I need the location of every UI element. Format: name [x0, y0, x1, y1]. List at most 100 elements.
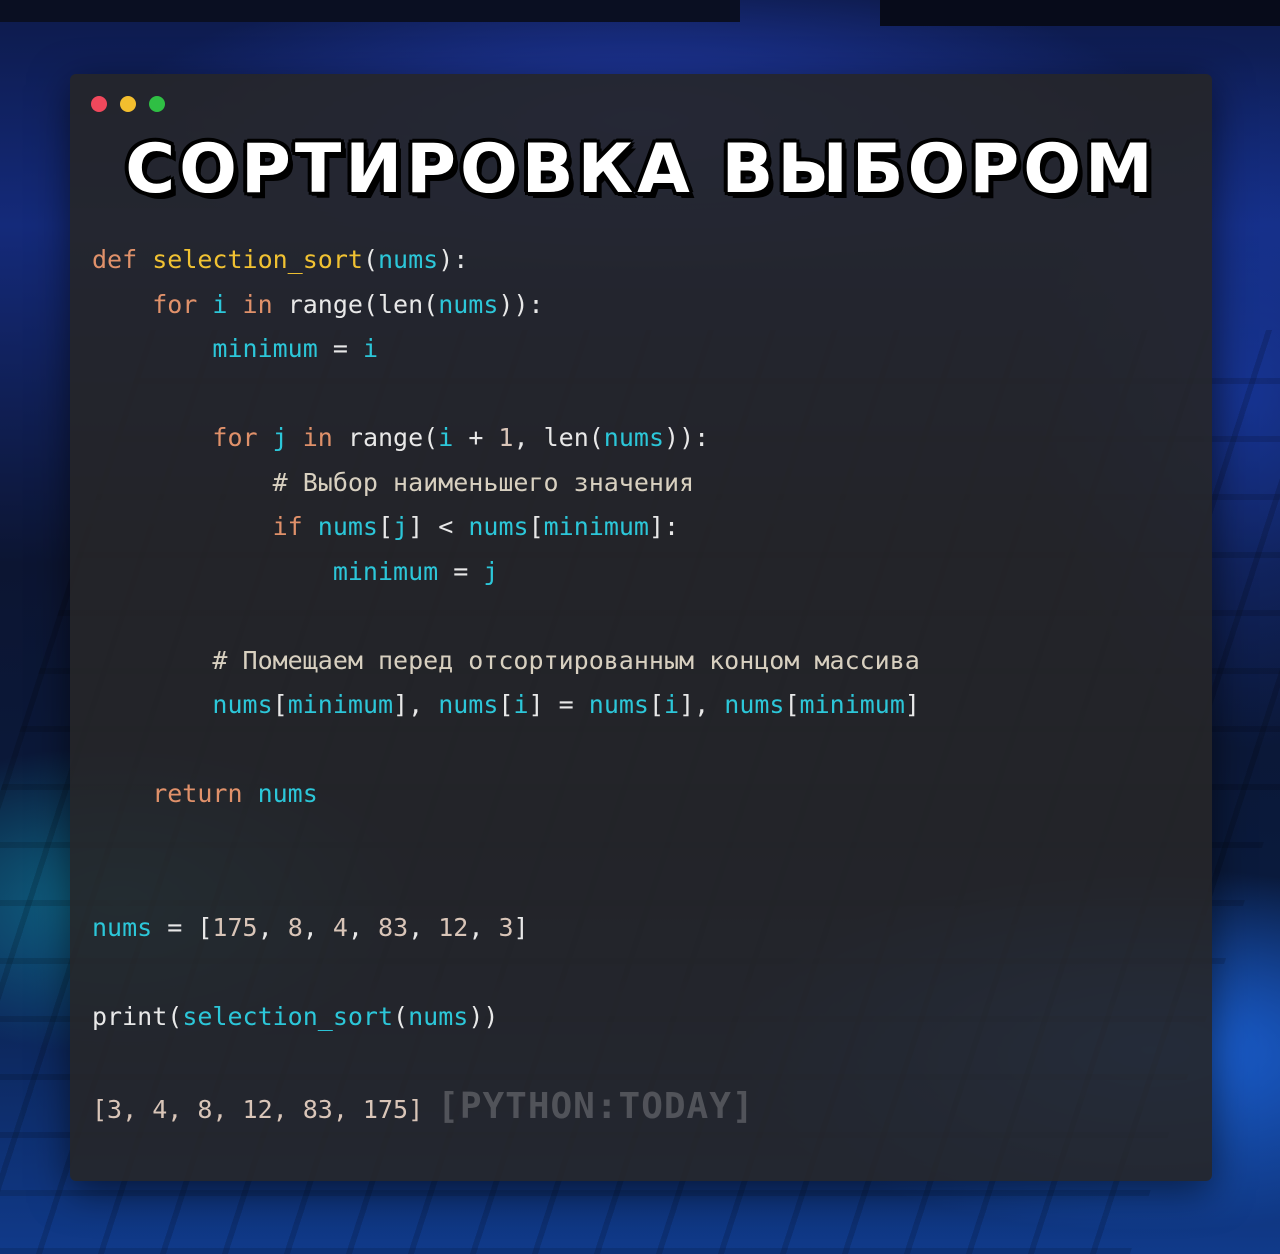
code-token: # Выбор наименьшего значения [92, 467, 695, 497]
code-token: 175 [212, 912, 258, 942]
code-token: nums [438, 289, 499, 319]
code-token: nums [603, 423, 665, 452]
code-token: 8 [287, 912, 303, 942]
code-token: 12 [438, 912, 469, 942]
code-token: ], [679, 690, 725, 719]
code-token: print( [92, 1001, 183, 1031]
code-token: nums [408, 1001, 469, 1031]
code-token: nums [257, 779, 318, 808]
code-token: nums [438, 690, 499, 719]
code-token: i [212, 289, 243, 319]
code-token: [ [272, 690, 288, 719]
code-token: # Помещаем перед отсортированным концом … [92, 645, 920, 675]
code-token: minimum [287, 690, 394, 719]
code-token: 83 [378, 912, 409, 942]
code-line: minimum = j [92, 550, 920, 595]
maximize-dot-icon[interactable] [149, 96, 165, 112]
code-token: )): [498, 289, 544, 319]
code-token: ] [513, 912, 529, 942]
code-token: ] = [528, 690, 589, 719]
code-token: 1 [498, 423, 514, 452]
output-text: [3, 4, 8, 12, 83, 175] [92, 1095, 424, 1124]
code-line: # Помещаем перед отсортированным концом … [92, 639, 920, 684]
code-token: in [242, 289, 288, 319]
code-token: , [347, 912, 379, 942]
code-token: nums [588, 690, 649, 719]
code-token: ( [393, 1001, 409, 1031]
code-line: print(selection_sort(nums)) [92, 995, 920, 1040]
code-line: if nums[j] < nums[minimum]: [92, 505, 920, 550]
background-monitor-edge-right [880, 0, 1280, 26]
code-token: nums [317, 512, 378, 541]
code-token: minimum [799, 690, 905, 719]
code-token: , [302, 912, 333, 942]
background-monitor-edge [0, 0, 740, 22]
code-token: range(len( [287, 289, 439, 319]
code-line: for i in range(len(nums)): [92, 283, 920, 328]
code-token: ( [362, 245, 378, 274]
close-dot-icon[interactable] [91, 96, 107, 112]
code-token: i [438, 423, 469, 452]
code-block: def selection_sort(nums): for i in range… [92, 238, 920, 1039]
code-token: )): [664, 423, 710, 452]
code-token: [ [528, 512, 544, 541]
code-token: j [393, 512, 409, 541]
code-line: return nums [92, 772, 920, 817]
code-token: i [664, 690, 680, 719]
code-token: minimum [92, 334, 333, 363]
code-token: minimum [543, 512, 649, 541]
code-token: nums [724, 690, 785, 719]
code-token: 3 [498, 912, 514, 942]
code-token: = [ [167, 912, 213, 942]
code-token: , [408, 912, 439, 942]
code-token: [ [648, 690, 665, 719]
code-token: nums [92, 912, 168, 942]
code-token: return [92, 779, 258, 808]
code-window: СОРТИРОВКА ВЫБОРОМ def selection_sort(nu… [70, 74, 1212, 1181]
code-token: for [92, 289, 213, 319]
program-output: [3, 4, 8, 12, 83, 175] [PYTHON:TODAY] [92, 1086, 755, 1127]
watermark-logo: [PYTHON:TODAY] [437, 1086, 755, 1127]
code-token: range( [347, 423, 439, 452]
code-token: def [92, 245, 153, 274]
code-token: )) [468, 1001, 499, 1031]
code-line: for j in range(i + 1, len(nums)): [92, 416, 920, 461]
code-token: nums [378, 245, 439, 274]
code-token: i [513, 690, 529, 719]
code-token: minimum [92, 556, 454, 586]
code-token: selection_sort [152, 245, 363, 274]
code-line: minimum = i [92, 327, 920, 372]
code-token: selection_sort [182, 1001, 394, 1031]
code-token: in [302, 423, 348, 452]
code-token: ] < [408, 512, 469, 541]
code-token: i [362, 334, 378, 363]
code-token: nums [468, 512, 529, 541]
code-token: 4 [332, 912, 348, 942]
code-token: = [332, 334, 363, 363]
code-line: def selection_sort(nums): [92, 238, 920, 283]
code-token: [ [498, 690, 514, 719]
code-token: [ [378, 512, 394, 541]
code-line: # Выбор наименьшего значения [92, 461, 920, 506]
minimize-dot-icon[interactable] [120, 96, 136, 112]
code-token: for [92, 423, 273, 452]
code-token: , [468, 912, 499, 942]
code-line: nums = [175, 8, 4, 83, 12, 3] [92, 906, 920, 951]
code-token: , [257, 912, 288, 942]
code-token: [ [784, 690, 800, 719]
code-token: = [453, 556, 484, 586]
code-token: if [92, 512, 318, 541]
page-title: СОРТИРОВКА ВЫБОРОМ [125, 130, 1157, 209]
code-token: , len( [513, 423, 604, 452]
code-token: ], [393, 690, 439, 719]
code-token: ]: [648, 512, 680, 541]
code-token: ] [904, 690, 920, 719]
window-controls [91, 96, 165, 112]
code-token: nums [92, 690, 273, 719]
